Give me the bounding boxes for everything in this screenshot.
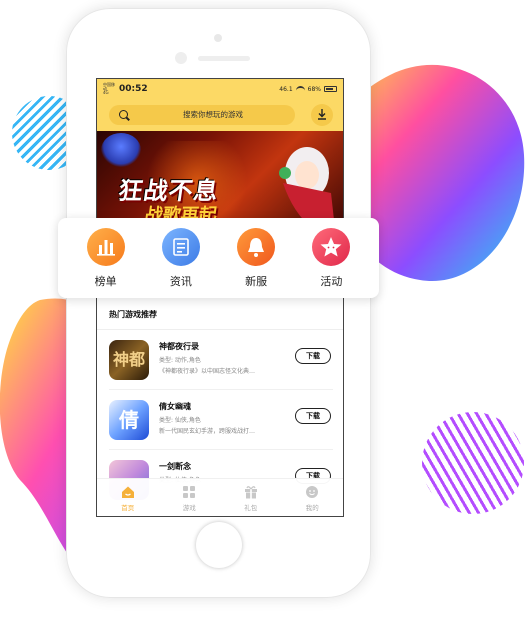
category-rankings[interactable]: 榜单	[76, 227, 136, 289]
download-icon	[318, 109, 326, 120]
game-icon: 神都	[109, 340, 149, 380]
category-label: 资讯	[169, 274, 192, 288]
tab-gifts[interactable]: 礼包	[220, 479, 282, 516]
tab-label: 我的	[305, 504, 319, 512]
game-icon: 倩	[109, 400, 149, 440]
promo-banner[interactable]: 狂战不息 战歌再起	[97, 131, 343, 231]
game-list-item[interactable]: 倩 倩女幽魂 类型: 仙侠,角色 新一代国民玄幻手游，跨服戏战打… 下载	[97, 392, 343, 450]
search-icon	[119, 110, 128, 119]
wifi-icon	[295, 85, 305, 93]
tab-games[interactable]: 游戏	[159, 479, 221, 516]
tab-profile[interactable]: 我的	[282, 479, 344, 516]
gift-icon	[244, 486, 257, 499]
phone-camera	[175, 52, 187, 64]
category-news[interactable]: 资讯	[151, 227, 211, 289]
news-icon	[173, 237, 189, 256]
game-name: 神都夜行录	[159, 342, 199, 351]
game-logo	[101, 133, 141, 167]
bottom-tab-bar: 首页 游戏 礼包 我的	[97, 478, 343, 516]
phone-sensor	[214, 34, 222, 42]
category-label: 榜单	[94, 274, 117, 288]
search-input[interactable]: 搜索你想玩的游戏	[133, 105, 293, 125]
category-events[interactable]: 活动	[301, 227, 361, 289]
section-title: 热门游戏推荐	[109, 310, 157, 319]
profile-icon	[306, 486, 319, 498]
game-list-item[interactable]: 神都 神都夜行录 类型: 动作,角色 《神都夜行录》以中国志怪文化典… 下载	[97, 332, 343, 390]
game-description: 新一代国民玄幻手游，跨服戏战打…	[159, 428, 256, 435]
search-box[interactable]: 搜索你想玩的游戏	[109, 105, 295, 125]
game-type: 类型: 动作,角色	[159, 357, 201, 364]
status-time: 00:52	[119, 84, 148, 94]
game-description: 《神都夜行录》以中国志怪文化典…	[159, 368, 256, 375]
download-button[interactable]: 下载	[295, 408, 331, 424]
phone-speaker	[198, 56, 250, 61]
grid-icon	[183, 486, 196, 498]
striped-circle-purple	[422, 412, 524, 514]
star-icon	[320, 236, 342, 256]
game-type: 类型: 仙侠,角色	[159, 417, 201, 424]
network-speed: 46.1	[279, 85, 293, 93]
game-name: 倩女幽魂	[159, 402, 191, 411]
category-label: 新服	[245, 274, 268, 288]
status-bar: 中国移动 4G 00:52 46.1 68%	[97, 79, 343, 99]
home-icon	[121, 486, 134, 498]
search-header: 搜索你想玩的游戏	[97, 99, 343, 131]
tab-label: 游戏	[182, 504, 196, 512]
chart-bars-icon	[96, 239, 115, 256]
download-manager-button[interactable]	[311, 104, 333, 126]
game-name: 一剑断念	[159, 462, 191, 471]
section-divider	[97, 329, 343, 330]
battery-percent: 68%	[307, 85, 321, 93]
phone-home-button[interactable]	[196, 522, 242, 568]
bell-icon	[248, 237, 265, 257]
category-new-servers[interactable]: 新服	[226, 227, 286, 289]
category-label: 活动	[320, 274, 343, 288]
download-button[interactable]: 下载	[295, 348, 331, 364]
tab-label: 礼包	[244, 504, 258, 512]
category-card: 榜单 资讯 新服 活动	[58, 218, 379, 298]
tab-home[interactable]: 首页	[97, 479, 159, 516]
tab-label: 首页	[121, 504, 135, 512]
battery-icon	[324, 86, 337, 92]
network-type: 4G	[103, 90, 109, 95]
